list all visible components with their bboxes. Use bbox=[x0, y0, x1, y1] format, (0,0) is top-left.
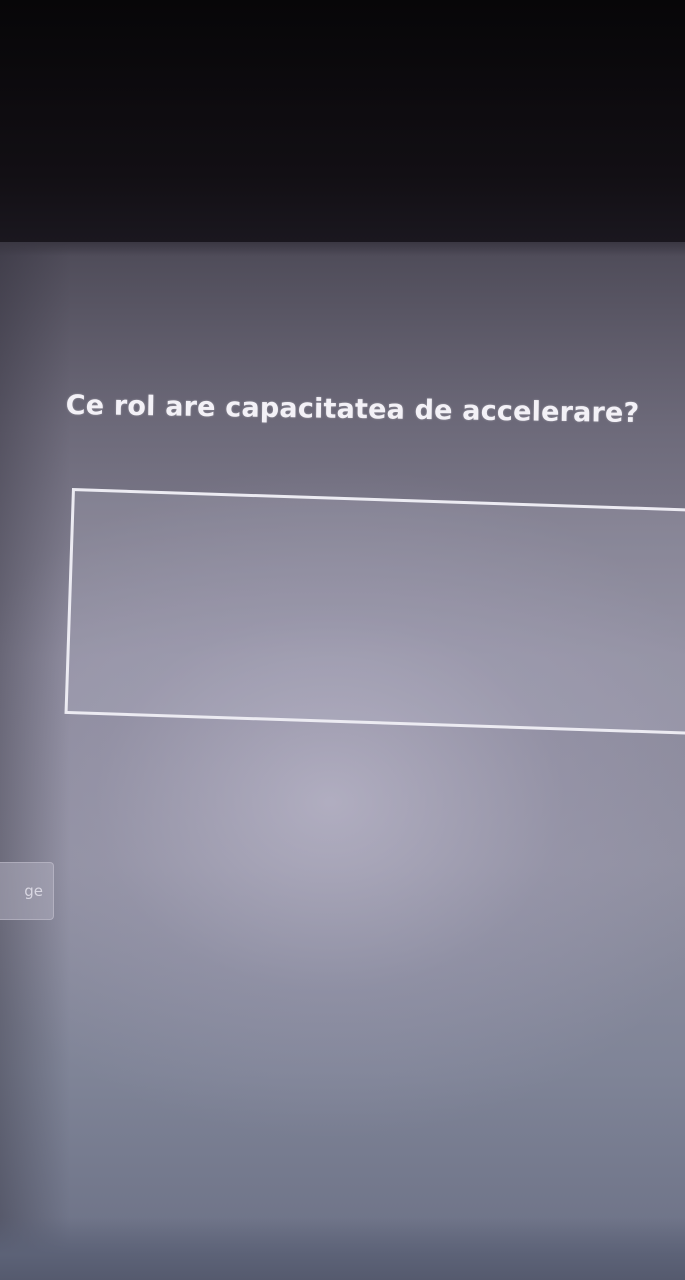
bottom-bar bbox=[0, 1217, 685, 1280]
answer-textarea[interactable] bbox=[64, 488, 685, 736]
screen-top-edge bbox=[0, 242, 685, 256]
monitor-bezel bbox=[0, 0, 685, 250]
question-text: Ce rol are capacitatea de accelerare? bbox=[65, 390, 640, 430]
side-nav-button[interactable]: ge bbox=[0, 862, 54, 920]
quiz-screen: Ce rol are capacitatea de accelerare? ge bbox=[0, 242, 685, 1280]
screen-vignette bbox=[0, 242, 70, 1280]
